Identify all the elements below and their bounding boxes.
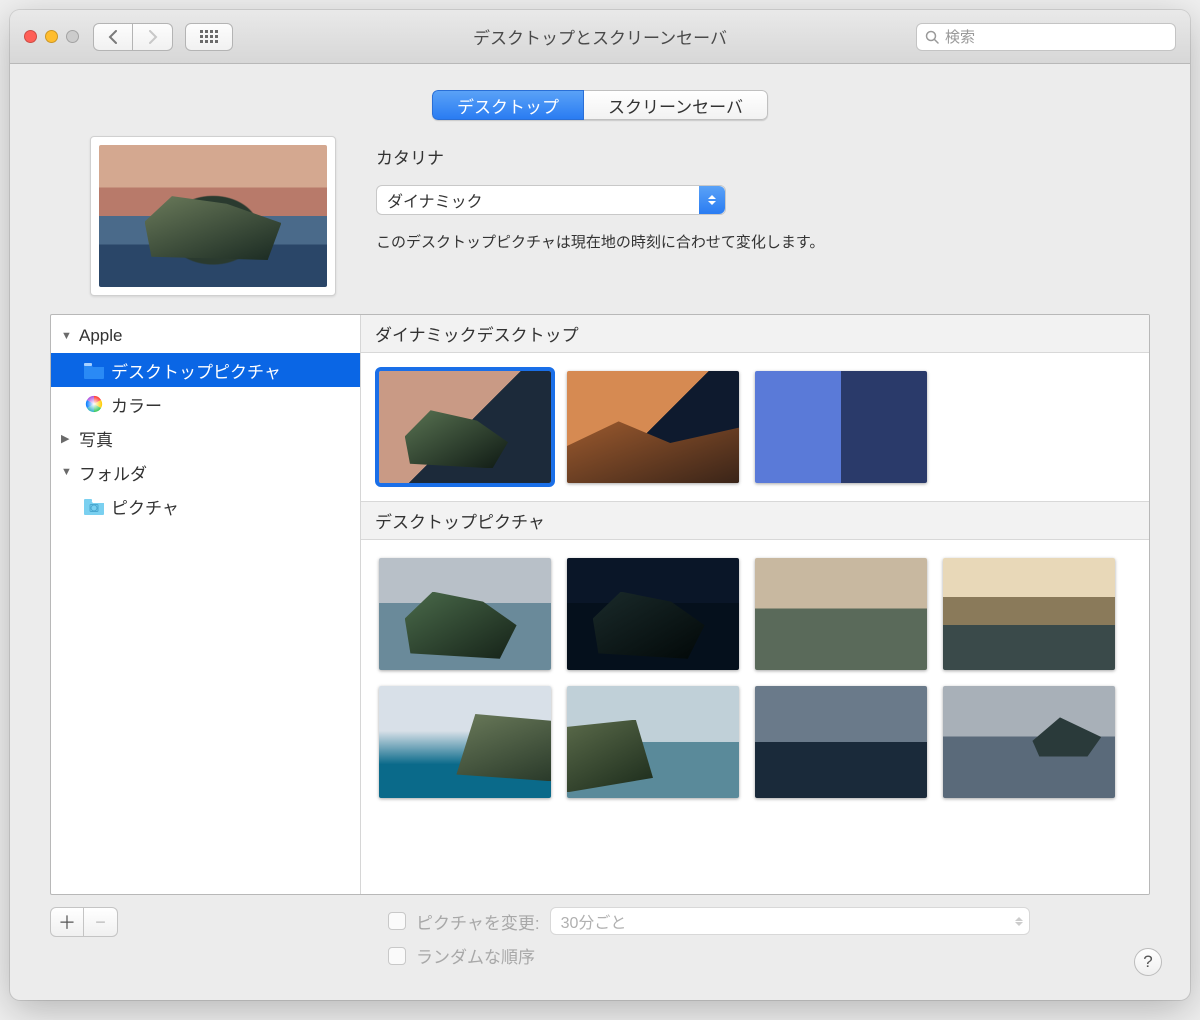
- change-picture-row: ピクチャを変更: 30分ごと: [388, 907, 1030, 935]
- remove-folder-button: −: [84, 907, 118, 937]
- picture-info: カタリナ ダイナミック このデスクトップピクチャは現在地の時刻に合わせて変化しま…: [376, 136, 1130, 252]
- change-picture-checkbox[interactable]: [388, 912, 406, 930]
- sidebar-label: デスクトップピクチャ: [111, 358, 281, 383]
- random-order-label: ランダムな順序: [416, 943, 535, 968]
- sidebar-group-photos[interactable]: ▶ 写真: [51, 421, 360, 455]
- tab-desktop[interactable]: デスクトップ: [432, 90, 584, 120]
- back-button[interactable]: [93, 23, 133, 51]
- mode-value: ダイナミック: [387, 188, 483, 212]
- folder-icon: [83, 361, 105, 379]
- sidebar-item-desktop-pictures[interactable]: デスクトップピクチャ: [51, 353, 360, 387]
- random-order-row: ランダムな順序: [388, 943, 1030, 968]
- show-all-button[interactable]: [185, 23, 233, 51]
- thumb-catalina-coast-1[interactable]: [379, 686, 551, 798]
- add-remove-folder: ＋ −: [50, 907, 118, 937]
- change-options: ピクチャを変更: 30分ごと ランダムな順序: [388, 907, 1030, 968]
- grid-icon: [200, 30, 218, 44]
- sidebar-label: フォルダ: [79, 460, 147, 485]
- color-wheel-icon: [83, 395, 105, 413]
- tab-screensaver[interactable]: スクリーンセーバ: [584, 90, 768, 120]
- thumb-catalina-sunset[interactable]: [943, 558, 1115, 670]
- zoom-button: [66, 30, 79, 43]
- thumb-mojave-dynamic[interactable]: [567, 371, 739, 483]
- search-icon: [925, 30, 939, 44]
- traffic-lights: [24, 30, 79, 43]
- sidebar-group-folders[interactable]: ▼ フォルダ: [51, 455, 360, 489]
- sidebar-label: ピクチャ: [111, 494, 179, 519]
- stepper-icon: [1015, 913, 1023, 930]
- help-button[interactable]: ?: [1134, 948, 1162, 976]
- titlebar: デスクトップとスクリーンセーバ 検索: [10, 10, 1190, 64]
- thumb-catalina-dusk[interactable]: [755, 686, 927, 798]
- sidebar-label: カラー: [111, 392, 162, 417]
- current-picture-area: カタリナ ダイナミック このデスクトップピクチャは現在地の時刻に合わせて変化しま…: [10, 136, 1190, 314]
- sidebar-item-colors[interactable]: カラー: [51, 387, 360, 421]
- thumb-catalina-day[interactable]: [379, 558, 551, 670]
- picker-split: ▼ Apple デスクトップピクチャ: [50, 314, 1150, 895]
- chevron-left-icon: [108, 30, 118, 44]
- preview-image: [99, 145, 327, 287]
- preferences-window: デスクトップとスクリーンセーバ 検索 デスクトップ スクリーンセーバ カタリナ …: [10, 10, 1190, 1000]
- disclosure-down-icon: ▼: [61, 330, 73, 342]
- help-icon: ?: [1143, 952, 1152, 972]
- picture-description: このデスクトップピクチャは現在地の時刻に合わせて変化します。: [376, 231, 1130, 252]
- search-field[interactable]: 検索: [916, 23, 1176, 51]
- tabbar: デスクトップ スクリーンセーバ: [10, 64, 1190, 136]
- sidebar-group-apple[interactable]: ▼ Apple: [51, 319, 360, 353]
- sidebar-item-pictures-folder[interactable]: ピクチャ: [51, 489, 360, 523]
- minimize-button[interactable]: [45, 30, 58, 43]
- sidebar-label: 写真: [79, 426, 113, 451]
- nav-buttons: [93, 23, 173, 51]
- add-folder-button[interactable]: ＋: [50, 907, 84, 937]
- thumb-catalina-sea[interactable]: [943, 686, 1115, 798]
- bottom-controls: ＋ − ピクチャを変更: 30分ごと ランダムな順序: [10, 895, 1190, 988]
- close-button[interactable]: [24, 30, 37, 43]
- section-dynamic-header: ダイナミックデスクトップ: [361, 315, 1149, 353]
- window-title: デスクトップとスクリーンセーバ: [473, 24, 727, 49]
- picture-name: カタリナ: [376, 144, 1130, 169]
- source-sidebar[interactable]: ▼ Apple デスクトップピクチャ: [51, 315, 361, 894]
- mode-select[interactable]: ダイナミック: [376, 185, 726, 215]
- section-pictures-header: デスクトップピクチャ: [361, 501, 1149, 540]
- chevron-right-icon: [148, 30, 158, 44]
- window-body: デスクトップ スクリーンセーバ カタリナ ダイナミック このデスクトップピクチャ…: [10, 64, 1190, 1000]
- forward-button[interactable]: [133, 23, 173, 51]
- random-order-checkbox: [388, 947, 406, 965]
- disclosure-down-icon: ▼: [61, 466, 73, 478]
- search-placeholder: 検索: [945, 26, 975, 47]
- thumb-catalina-coast-2[interactable]: [567, 686, 739, 798]
- thumb-catalina-dynamic[interactable]: [379, 371, 551, 483]
- thumb-solar-gradient[interactable]: [755, 371, 927, 483]
- folder-icon: [83, 497, 105, 515]
- sidebar-label: Apple: [79, 326, 122, 346]
- disclosure-right-icon: ▶: [61, 432, 73, 445]
- pictures-thumbs: [361, 540, 1149, 816]
- preview-frame: [90, 136, 336, 296]
- select-stepper-icon: [699, 186, 725, 214]
- thumb-catalina-hills[interactable]: [755, 558, 927, 670]
- thumbnail-content[interactable]: ダイナミックデスクトップ デスクトップピクチャ: [361, 315, 1149, 894]
- thumb-catalina-night[interactable]: [567, 558, 739, 670]
- interval-value: 30分ごと: [561, 909, 627, 933]
- dynamic-thumbs: [361, 353, 1149, 501]
- interval-select: 30分ごと: [550, 907, 1030, 935]
- tab-segment: デスクトップ スクリーンセーバ: [432, 90, 768, 120]
- change-picture-label: ピクチャを変更:: [416, 909, 540, 934]
